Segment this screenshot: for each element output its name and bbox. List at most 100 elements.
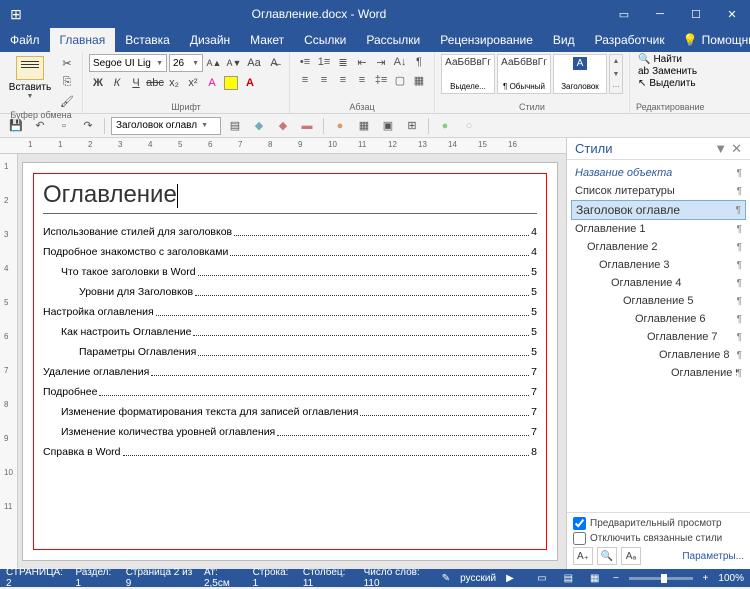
style-item[interactable]: Оглавление 7¶ — [567, 328, 750, 346]
toc-entry[interactable]: Использование стилей для заголовков4 — [43, 226, 537, 238]
qa-btn-9[interactable]: ○ — [459, 117, 479, 135]
style-item[interactable]: Оглавление 2¶ — [567, 238, 750, 256]
change-case-button[interactable]: Aa — [245, 54, 263, 72]
qa-circle-icon[interactable]: ● — [330, 117, 350, 135]
align-left-button[interactable]: ≡ — [296, 72, 314, 88]
toc-entry[interactable]: Подробное знакомство с заголовками4 — [43, 246, 537, 258]
borders-button[interactable]: ▦ — [410, 72, 428, 88]
qa-undo-button[interactable]: ↶ — [30, 117, 50, 135]
pane-dropdown-icon[interactable]: ▼ — [714, 141, 727, 157]
toc-entry[interactable]: Параметры Оглавления5 — [43, 346, 537, 358]
style-item[interactable]: Оглавление 4¶ — [567, 274, 750, 292]
styles-params-link[interactable]: Параметры... — [682, 551, 744, 562]
status-page-of[interactable]: Страница 2 из 9 — [126, 567, 194, 589]
replace-button[interactable]: abЗаменить — [636, 66, 705, 77]
qa-btn-2[interactable]: ◆ — [249, 117, 269, 135]
tell-me[interactable]: 💡 Помощник... — [675, 28, 750, 52]
clear-formatting-button[interactable]: A̶ — [265, 54, 283, 72]
decrease-indent-button[interactable]: ⇤ — [353, 54, 371, 70]
bullets-button[interactable]: •≡ — [296, 54, 314, 70]
align-center-button[interactable]: ≡ — [315, 72, 333, 88]
toc-entry[interactable]: Что такое заголовки в Word5 — [43, 266, 537, 278]
status-language[interactable]: русский — [460, 573, 496, 584]
style-thumb-3[interactable]: А Заголовок — [553, 54, 607, 94]
zoom-level[interactable]: 100% — [718, 573, 744, 584]
style-item[interactable]: Оглавление 9¶ — [567, 364, 750, 382]
vertical-ruler[interactable]: 1234567891011 — [0, 154, 18, 569]
style-inspector-button[interactable]: 🔍 — [597, 547, 617, 565]
tab-developer[interactable]: Разработчик — [585, 28, 675, 52]
zoom-slider[interactable] — [629, 577, 693, 580]
qa-btn-7[interactable]: ⊞ — [402, 117, 422, 135]
qa-btn-5[interactable]: ▦ — [354, 117, 374, 135]
text-effects-button[interactable]: A — [203, 74, 221, 92]
zoom-in-button[interactable]: + — [703, 573, 709, 584]
toc-entry[interactable]: Уровни для Заголовков5 — [43, 286, 537, 298]
tab-home[interactable]: Главная — [50, 28, 116, 52]
justify-button[interactable]: ≡ — [353, 72, 371, 88]
qa-btn-4[interactable]: ▬ — [297, 117, 317, 135]
tab-design[interactable]: Дизайн — [180, 28, 240, 52]
superscript-button[interactable]: x² — [184, 74, 202, 92]
status-at[interactable]: Ат: 2,5см — [204, 567, 243, 589]
numbering-button[interactable]: 1≡ — [315, 54, 333, 70]
maximize-button[interactable]: ☐ — [678, 0, 714, 28]
shading-button[interactable]: ▢ — [391, 72, 409, 88]
style-item[interactable]: Оглавление 6¶ — [567, 310, 750, 328]
style-thumb-2[interactable]: АаБбВвГг ¶ Обычный — [497, 54, 551, 94]
toc-entry[interactable]: Изменение количества уровней оглавления7 — [43, 426, 537, 438]
toc-entry[interactable]: Подробнее7 — [43, 386, 537, 398]
font-name-select[interactable]: Segoe UI Lig▼ — [89, 54, 167, 72]
sort-button[interactable]: A↓ — [391, 54, 409, 70]
style-item[interactable]: Список литературы¶ — [567, 182, 750, 200]
tab-file[interactable]: Файл — [0, 28, 50, 52]
tab-insert[interactable]: Вставка — [115, 28, 180, 52]
status-words[interactable]: Число слов: 110 — [364, 567, 432, 589]
qa-btn-1[interactable]: ▤ — [225, 117, 245, 135]
document-page[interactable]: Оглавление Использование стилей для заго… — [22, 162, 558, 561]
zoom-out-button[interactable]: − — [613, 573, 619, 584]
increase-indent-button[interactable]: ⇥ — [372, 54, 390, 70]
toc-entry[interactable]: Как настроить Оглавление5 — [43, 326, 537, 338]
qa-new-button[interactable]: ▫ — [54, 117, 74, 135]
new-style-button[interactable]: A₊ — [573, 547, 593, 565]
paste-button[interactable]: Вставить ▼ — [6, 54, 54, 100]
styles-list[interactable]: Название объекта¶Список литературы¶Загол… — [567, 160, 750, 512]
close-button[interactable]: ✕ — [714, 0, 750, 28]
format-painter-button[interactable]: 🖌 — [58, 92, 76, 110]
show-marks-button[interactable]: ¶ — [410, 54, 428, 70]
bold-button[interactable]: Ж — [89, 74, 107, 92]
styles-gallery-more[interactable]: ▲▼⋯ — [609, 54, 623, 94]
style-item[interactable]: Заголовок оглавле¶ — [571, 200, 746, 220]
toc-entry[interactable]: Изменение форматирования текста для запи… — [43, 406, 537, 418]
line-spacing-button[interactable]: ‡≡ — [372, 72, 390, 88]
style-item[interactable]: Оглавление 5¶ — [567, 292, 750, 310]
qa-btn-8[interactable]: ● — [435, 117, 455, 135]
italic-button[interactable]: К — [108, 74, 126, 92]
subscript-button[interactable]: x₂ — [165, 74, 183, 92]
disable-linked-checkbox[interactable]: Отключить связанные стили — [573, 532, 744, 545]
tab-references[interactable]: Ссылки — [294, 28, 356, 52]
ribbon-display-options-button[interactable]: ▭ — [606, 0, 642, 28]
font-size-select[interactable]: 26▼ — [169, 54, 203, 72]
status-section[interactable]: Раздел: 1 — [75, 567, 115, 589]
shrink-font-button[interactable]: A▼ — [225, 54, 243, 72]
style-thumb-1[interactable]: АаБбВвГг Выделе... — [441, 54, 495, 94]
pane-close-icon[interactable]: ✕ — [731, 141, 742, 157]
align-right-button[interactable]: ≡ — [334, 72, 352, 88]
horizontal-ruler[interactable]: 112345678910111213141516 — [0, 138, 566, 154]
style-item[interactable]: Оглавление 8¶ — [567, 346, 750, 364]
view-print-button[interactable]: ▤ — [560, 571, 576, 585]
cut-button[interactable]: ✂ — [58, 54, 76, 72]
status-macro-icon[interactable]: ▶ — [506, 573, 514, 584]
underline-button[interactable]: Ч — [127, 74, 145, 92]
status-line[interactable]: Строка: 1 — [253, 567, 293, 589]
qa-redo-button[interactable]: ↷ — [78, 117, 98, 135]
select-button[interactable]: ↖Выделить — [636, 78, 705, 89]
qa-save-button[interactable]: 💾 — [6, 117, 26, 135]
view-read-button[interactable]: ▭ — [534, 571, 550, 585]
find-button[interactable]: 🔍Найти — [636, 54, 705, 65]
qa-style-select[interactable]: Заголовок оглавл▼ — [111, 117, 221, 135]
style-item[interactable]: Оглавление 1¶ — [567, 220, 750, 238]
grow-font-button[interactable]: A▲ — [205, 54, 223, 72]
